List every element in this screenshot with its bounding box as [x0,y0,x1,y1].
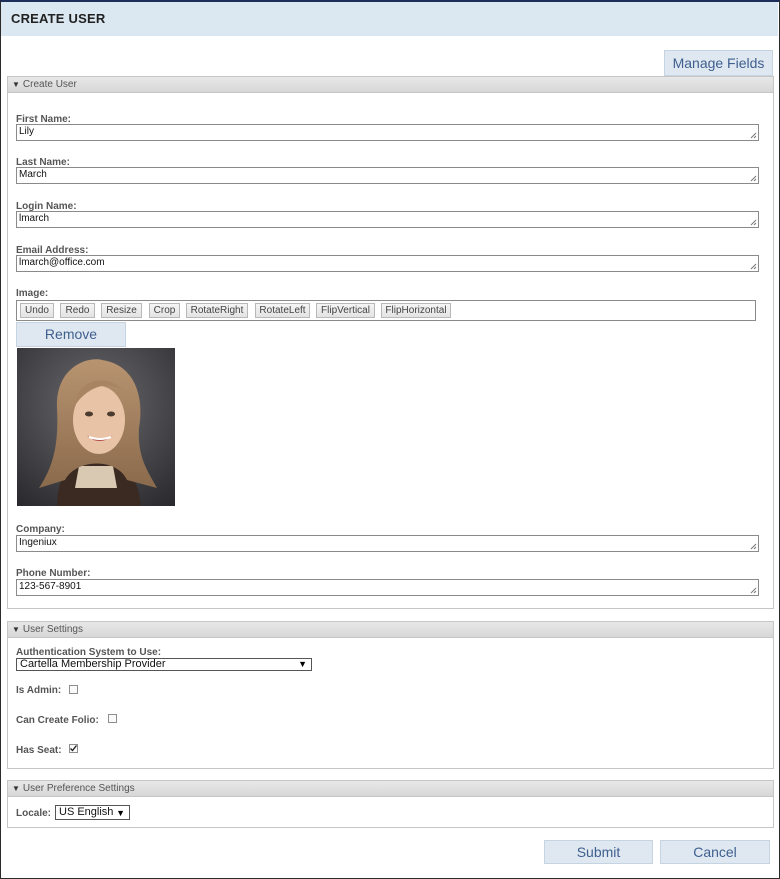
checkmark-icon [70,745,78,752]
portrait-image [17,348,175,506]
login-name-value: lmarch [19,213,50,224]
is-admin-checkbox[interactable] [69,685,78,694]
first-name-value: Lily [19,126,35,137]
dropdown-arrow-icon: ▼ [116,808,125,818]
phone-label: Phone Number: [16,568,91,579]
is-admin-label: Is Admin: [16,685,62,696]
has-seat-checkbox[interactable] [69,744,78,753]
first-name-field[interactable]: Lily [16,124,759,141]
section-header-create-user[interactable]: ▼ Create User [7,76,774,93]
resize-grip-icon[interactable] [749,542,757,550]
redo-button[interactable]: Redo [60,303,95,318]
manage-fields-button[interactable]: Manage Fields [664,50,773,76]
resize-grip-icon[interactable] [749,218,757,226]
title-bar: CREATE USER [1,2,778,36]
submit-button[interactable]: Submit [544,840,653,864]
section-header-user-settings[interactable]: ▼ User Settings [7,621,774,638]
image-label: Image: [16,288,49,299]
last-name-value: March [19,169,47,180]
page-title: CREATE USER [11,11,106,26]
section-header-user-preferences[interactable]: ▼ User Preference Settings [7,780,774,797]
auth-system-value: Cartella Membership Provider [20,658,166,670]
company-label: Company: [16,524,65,535]
locale-value: US English [59,806,114,818]
resize-grip-icon[interactable] [749,262,757,270]
undo-button[interactable]: Undo [20,303,54,318]
resize-grip-icon[interactable] [749,131,757,139]
rotate-right-button[interactable]: RotateRight [186,303,248,318]
company-value: Ingeniux [19,537,57,548]
can-create-folio-checkbox[interactable] [108,714,117,723]
collapse-triangle-icon: ▼ [12,784,20,793]
remove-image-button[interactable]: Remove [16,322,126,347]
section-title: User Settings [22,624,83,635]
cancel-button[interactable]: Cancel [660,840,770,864]
user-photo [17,348,175,506]
flip-vertical-button[interactable]: FlipVertical [316,303,375,318]
login-name-field[interactable]: lmarch [16,211,759,228]
last-name-field[interactable]: March [16,167,759,184]
can-create-folio-label: Can Create Folio: [16,715,99,726]
phone-value: 123-567-8901 [19,581,82,592]
email-value: lmarch@office.com [19,257,105,268]
auth-system-select[interactable]: Cartella Membership Provider ▼ [16,658,312,671]
collapse-triangle-icon: ▼ [12,625,20,634]
crop-button[interactable]: Crop [149,303,180,318]
image-toolbar: Undo Redo Resize Crop RotateRight Rotate… [16,300,756,321]
collapse-triangle-icon: ▼ [12,80,20,89]
rotate-left-button[interactable]: RotateLeft [255,303,310,318]
dropdown-arrow-icon: ▼ [298,659,307,669]
company-field[interactable]: Ingeniux [16,535,759,552]
locale-select[interactable]: US English ▼ [55,805,130,820]
locale-label: Locale: [16,808,52,819]
email-field[interactable]: lmarch@office.com [16,255,759,272]
resize-grip-icon[interactable] [749,174,757,182]
auth-system-label: Authentication System to Use: [16,647,162,658]
section-title: Create User [22,79,77,90]
phone-field[interactable]: 123-567-8901 [16,579,759,596]
has-seat-label: Has Seat: [16,745,62,756]
flip-horizontal-button[interactable]: FlipHorizontal [381,303,451,318]
section-title: User Preference Settings [22,783,135,794]
resize-button[interactable]: Resize [101,303,142,318]
resize-grip-icon[interactable] [749,586,757,594]
